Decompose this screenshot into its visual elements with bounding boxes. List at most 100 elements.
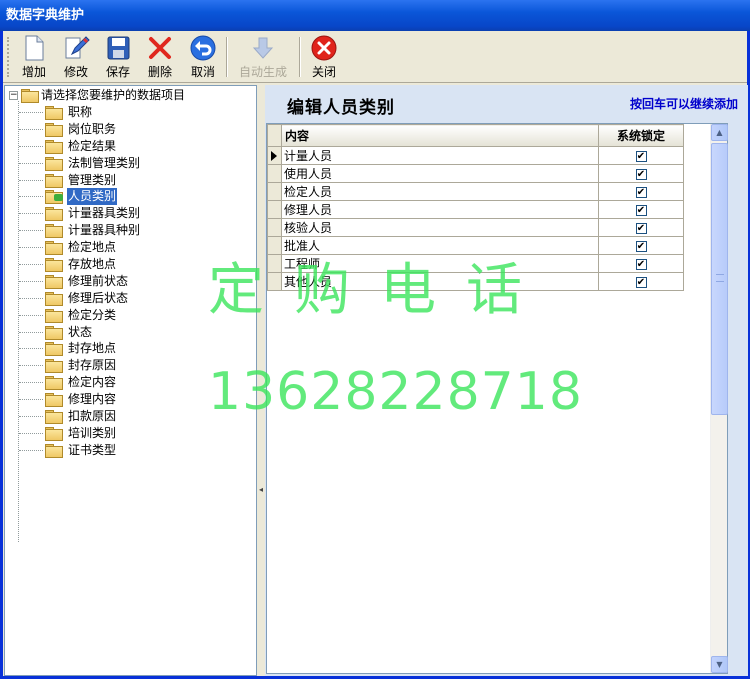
content-cell[interactable]: 批准人 bbox=[281, 236, 599, 255]
window-title: 数据字典维护 bbox=[0, 0, 750, 31]
folder-open-icon bbox=[21, 89, 39, 103]
row-header[interactable] bbox=[267, 254, 282, 273]
selected-arrow-icon bbox=[54, 194, 63, 202]
table-row[interactable]: 使用人员 ✔ bbox=[267, 164, 684, 183]
tree-item-label: 存放地点 bbox=[68, 257, 117, 272]
tree-item[interactable]: 状态 bbox=[5, 324, 92, 341]
table-row[interactable]: 其他人员 ✔ bbox=[267, 272, 684, 291]
locked-checkbox[interactable]: ✔ bbox=[635, 276, 647, 288]
tree-root[interactable]: − 请选择您要维护的数据项目 bbox=[9, 87, 185, 104]
table-row[interactable]: 计量人员 ✔ bbox=[267, 146, 684, 165]
column-header-locked[interactable]: 系统锁定 bbox=[598, 124, 684, 147]
table-row[interactable]: 修理人员 ✔ bbox=[267, 200, 684, 219]
locked-cell: ✔ bbox=[598, 146, 684, 165]
tree-item-label: 计量器具种别 bbox=[68, 223, 141, 238]
tree-item[interactable]: 修理内容 bbox=[5, 391, 116, 408]
content-cell[interactable]: 计量人员 bbox=[281, 146, 599, 165]
edit-button[interactable]: 修改 bbox=[59, 34, 93, 80]
tree-root-label: 请选择您要维护的数据项目 bbox=[41, 88, 186, 102]
row-header[interactable] bbox=[267, 146, 282, 165]
tree-item[interactable]: 存放地点 bbox=[5, 256, 116, 273]
locked-checkbox[interactable]: ✔ bbox=[635, 204, 647, 216]
folder-icon bbox=[45, 410, 63, 425]
locked-checkbox[interactable]: ✔ bbox=[635, 186, 647, 198]
toolbar-grip[interactable] bbox=[7, 37, 10, 77]
tree-item[interactable]: 计量器具类别 bbox=[5, 205, 140, 222]
splitter[interactable]: ◂ bbox=[258, 85, 265, 676]
tree-list: 职称 岗位职务 检定结果法制管理类别管理类别 人员类别 计量器具类别 计量器具种别 检定地点… bbox=[5, 104, 140, 459]
row-header[interactable] bbox=[267, 200, 282, 219]
locked-checkbox[interactable]: ✔ bbox=[635, 168, 647, 180]
folder-icon bbox=[45, 241, 63, 256]
save-button[interactable]: 保存 bbox=[101, 34, 135, 80]
tree-item-label: 检定结果 bbox=[68, 138, 117, 153]
table-row[interactable]: 批准人 ✔ bbox=[267, 236, 684, 255]
tree-item[interactable]: 培训类别 bbox=[5, 425, 116, 442]
locked-checkbox[interactable]: ✔ bbox=[635, 150, 647, 162]
tree-item[interactable]: 岗位职务 bbox=[5, 121, 116, 138]
tree-item[interactable]: 人员类别 bbox=[5, 188, 118, 206]
row-header[interactable] bbox=[267, 164, 282, 183]
folder-icon bbox=[45, 156, 63, 171]
cancel-button[interactable]: 取消 bbox=[186, 34, 220, 80]
add-button[interactable]: 增加 bbox=[17, 34, 51, 80]
row-header[interactable] bbox=[267, 236, 282, 255]
content-cell[interactable]: 工程师 bbox=[281, 254, 599, 273]
category-grid[interactable]: 内容 系统锁定 计量人员 ✔ 使用人员 ✔ 检定人员 ✔ 修理人员 ✔ 核验人员 ✔ 批准人 ✔ 工程师… bbox=[266, 123, 728, 674]
tree-item[interactable]: 检定地点 bbox=[5, 239, 116, 256]
toolbar-separator bbox=[226, 37, 228, 77]
content-cell[interactable]: 修理人员 bbox=[281, 200, 599, 219]
row-header[interactable] bbox=[267, 272, 282, 291]
tree-connector bbox=[19, 264, 43, 266]
tree-item[interactable]: 检定结果 bbox=[5, 138, 116, 155]
tree-item[interactable]: 封存原因 bbox=[5, 357, 116, 374]
tree-item[interactable]: 职称 bbox=[5, 104, 92, 121]
content-cell[interactable]: 核验人员 bbox=[281, 218, 599, 237]
tree-item-label: 修理前状态 bbox=[68, 273, 129, 288]
tree-item[interactable]: 检定内容 bbox=[5, 374, 116, 391]
content-cell[interactable]: 检定人员 bbox=[281, 182, 599, 201]
column-header-content[interactable]: 内容 bbox=[281, 124, 599, 147]
table-row[interactable]: 核验人员 ✔ bbox=[267, 218, 684, 237]
locked-cell: ✔ bbox=[598, 272, 684, 291]
scroll-down-icon[interactable]: ▼ bbox=[711, 656, 728, 673]
locked-cell: ✔ bbox=[598, 182, 684, 201]
delete-button[interactable]: 删除 bbox=[143, 34, 177, 80]
row-header[interactable] bbox=[267, 182, 282, 201]
tree-item[interactable]: 封存地点 bbox=[5, 340, 116, 357]
auto-generate-button[interactable]: 自动生成 bbox=[235, 34, 291, 80]
tree-connector bbox=[19, 314, 43, 316]
vertical-scrollbar[interactable]: ▲ ▼ bbox=[710, 124, 728, 673]
tree-item[interactable]: 修理前状态 bbox=[5, 273, 128, 290]
scroll-up-icon[interactable]: ▲ bbox=[711, 124, 728, 141]
content-cell[interactable]: 使用人员 bbox=[281, 164, 599, 183]
locked-checkbox[interactable]: ✔ bbox=[635, 240, 647, 252]
row-header[interactable] bbox=[267, 218, 282, 237]
tree-item[interactable]: 法制管理类别 bbox=[5, 155, 140, 172]
tree-item-label: 法制管理类别 bbox=[68, 155, 141, 170]
collapse-arrow-icon[interactable]: ◂ bbox=[259, 485, 263, 494]
tree-connector bbox=[19, 365, 43, 367]
tree-item[interactable]: 扣款原因 bbox=[5, 408, 116, 425]
scroll-thumb[interactable] bbox=[711, 143, 728, 415]
tree-item[interactable]: 修理后状态 bbox=[5, 290, 128, 307]
content-cell[interactable]: 其他人员 bbox=[281, 272, 599, 291]
locked-checkbox[interactable]: ✔ bbox=[635, 222, 647, 234]
locked-cell: ✔ bbox=[598, 200, 684, 219]
data-item-tree[interactable]: − 请选择您要维护的数据项目 职称 岗位职务 检定结果 法制管理类别 管理类别 人员类别 计量… bbox=[4, 85, 257, 676]
table-row[interactable]: 工程师 ✔ bbox=[267, 254, 684, 273]
locked-checkbox[interactable]: ✔ bbox=[635, 258, 647, 270]
tree-item[interactable]: 证书类型 bbox=[5, 442, 116, 459]
close-button[interactable]: 关闭 bbox=[307, 34, 341, 80]
tree-item[interactable]: 检定分类 bbox=[5, 307, 116, 324]
toolbar-separator bbox=[299, 37, 301, 77]
tree-item[interactable]: 计量器具种别 bbox=[5, 222, 140, 239]
down-arrow-icon bbox=[249, 34, 277, 62]
close-circle-icon bbox=[310, 34, 338, 62]
collapse-icon[interactable]: − bbox=[9, 91, 18, 100]
edit-panel: 编辑人员类别 按回车可以继续添加 内容 系统锁定 计量人员 ✔ 使用人员 ✔ 检定人员 ✔… bbox=[265, 85, 748, 676]
tree-item[interactable]: 管理类别 bbox=[5, 172, 116, 189]
current-row-icon bbox=[271, 151, 277, 161]
table-row[interactable]: 检定人员 ✔ bbox=[267, 182, 684, 201]
tree-connector bbox=[19, 416, 43, 418]
